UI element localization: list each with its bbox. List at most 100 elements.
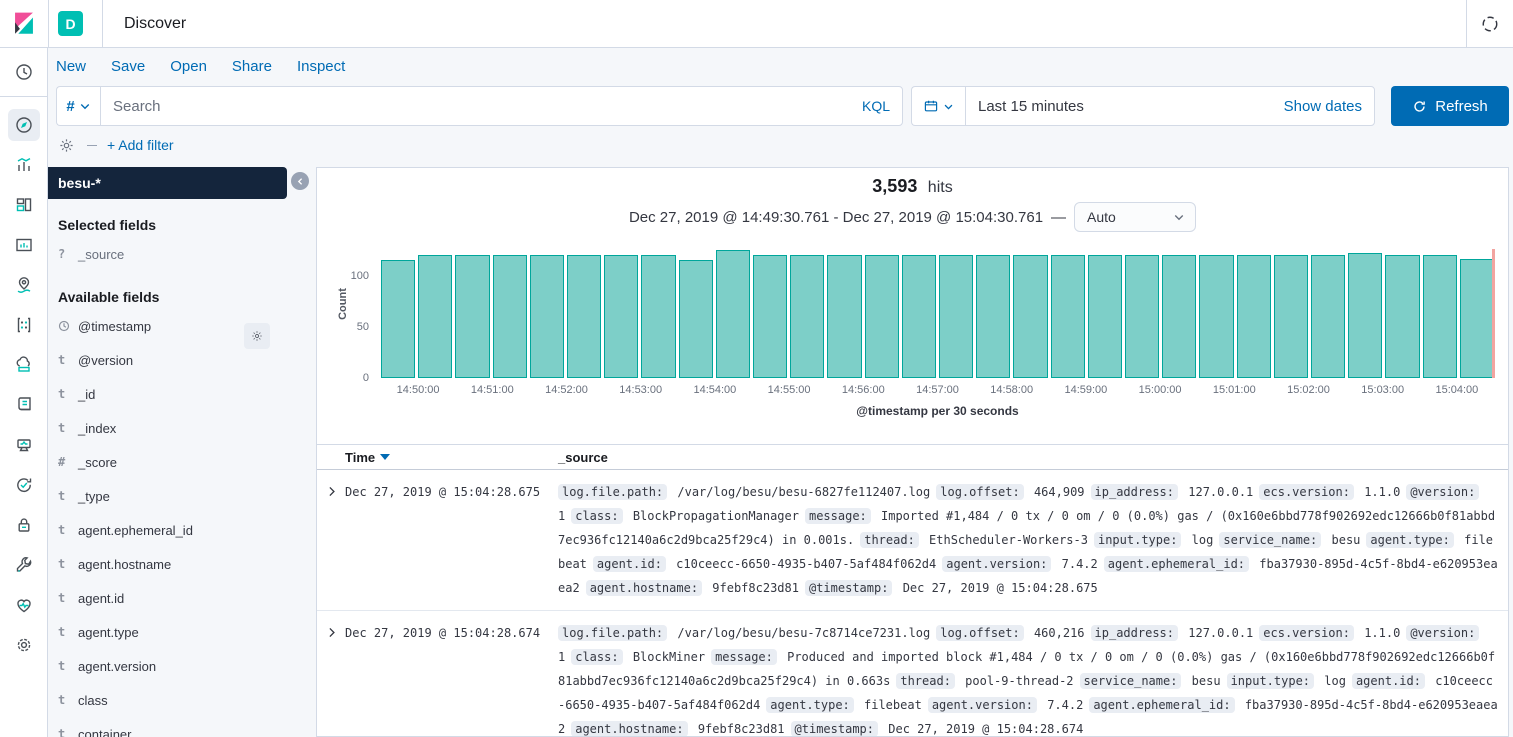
histogram-bar[interactable] <box>1237 255 1271 378</box>
histogram-bar[interactable] <box>530 255 564 378</box>
chevron-down-icon <box>79 100 91 112</box>
field-item-agent.ephemeral_id[interactable]: tagent.ephemeral_id <box>48 513 316 547</box>
histogram-bar[interactable] <box>567 255 601 378</box>
field-name: _score <box>78 455 117 470</box>
time-range-value[interactable]: Last 15 minutes <box>978 98 1284 115</box>
menu-open[interactable]: Open <box>170 58 207 75</box>
histogram-bar[interactable] <box>939 255 973 378</box>
field-item-agent.hostname[interactable]: tagent.hostname <box>48 547 316 581</box>
expand-row-icon[interactable] <box>325 485 338 600</box>
field-item-agent.type[interactable]: tagent.type <box>48 615 316 649</box>
field-item-container[interactable]: tcontainer <box>48 717 316 737</box>
field-value-pair: agent.id: c10ceecc-6650-4935-b407-5af484… <box>593 557 936 571</box>
rail-item-metrics[interactable] <box>0 345 48 385</box>
field-key-badge: ip_address: <box>1091 625 1178 641</box>
field-item-_score[interactable]: #_score <box>48 445 316 479</box>
rail-item-logs[interactable] <box>0 385 48 425</box>
field-item-_id[interactable]: t_id <box>48 377 316 411</box>
field-item-@timestamp[interactable]: @timestamp <box>48 309 316 343</box>
histogram-bar[interactable] <box>1311 255 1345 378</box>
index-pattern-selector[interactable]: besu-* <box>48 167 287 199</box>
histogram-bar[interactable] <box>418 255 452 378</box>
histogram-bar[interactable] <box>381 260 415 378</box>
field-item-agent.id[interactable]: tagent.id <box>48 581 316 615</box>
histogram-bar[interactable] <box>493 255 527 378</box>
histogram-bar[interactable] <box>1162 255 1196 378</box>
expand-row-icon[interactable] <box>325 626 338 736</box>
histogram-bar[interactable] <box>753 255 787 378</box>
field-item-class[interactable]: tclass <box>48 683 316 717</box>
histogram-bar[interactable] <box>1274 255 1308 378</box>
field-item-@version[interactable]: t@version <box>48 343 316 377</box>
field-value-pair: log.file.path: /var/log/besu/besu-7c8714… <box>558 626 930 640</box>
histogram-bar[interactable] <box>1013 255 1047 378</box>
topbar-divider <box>102 0 103 47</box>
histogram-bar[interactable] <box>455 255 489 378</box>
x-tick-label: 15:02:00 <box>1287 384 1330 396</box>
histogram-bar[interactable] <box>1088 255 1122 378</box>
field-item-_index[interactable]: t_index <box>48 411 316 445</box>
rail-item-stack-monitoring[interactable] <box>0 585 48 625</box>
histogram-bar[interactable] <box>902 255 936 378</box>
field-type-icon: t <box>58 523 78 537</box>
histogram-bar[interactable] <box>790 255 824 378</box>
rail-item-canvas[interactable] <box>0 225 48 265</box>
hits-label: hits <box>928 179 953 196</box>
field-key-badge: ip_address: <box>1091 484 1178 500</box>
rail-item-recently-viewed[interactable] <box>0 48 48 96</box>
histogram-bar[interactable] <box>1423 255 1457 378</box>
rail-item-visualize[interactable] <box>0 145 48 185</box>
row-source: log.file.path: /var/log/besu/besu-7c8714… <box>558 621 1508 736</box>
histogram-bar[interactable] <box>1051 255 1085 378</box>
histogram-bar[interactable] <box>1125 255 1159 378</box>
histogram-bar[interactable] <box>1460 259 1494 378</box>
interval-select[interactable]: Auto <box>1074 202 1196 232</box>
menu-save[interactable]: Save <box>111 58 145 75</box>
histogram-bar[interactable] <box>1348 253 1382 378</box>
histogram-bar[interactable] <box>641 255 675 378</box>
row-timestamp: Dec 27, 2019 @ 15:04:28.675 <box>345 480 558 600</box>
field-name: @version <box>78 353 133 368</box>
show-dates-link[interactable]: Show dates <box>1284 98 1362 115</box>
histogram-bar[interactable] <box>1385 255 1419 378</box>
rail-item-dashboard[interactable] <box>0 185 48 225</box>
field-item-agent.version[interactable]: tagent.version <box>48 649 316 683</box>
histogram-bar[interactable] <box>1199 255 1233 378</box>
menu-new[interactable]: New <box>56 58 86 75</box>
field-name: container <box>78 727 131 737</box>
rail-item-dev-tools[interactable] <box>0 545 48 585</box>
rail-item-machine-learning[interactable] <box>0 305 48 345</box>
chevron-down-icon <box>1173 211 1185 223</box>
field-key-badge: service_name: <box>1219 532 1321 548</box>
histogram-bar[interactable] <box>604 255 638 378</box>
filter-settings-gear-icon[interactable] <box>58 137 75 154</box>
collapse-sidebar-button[interactable] <box>291 172 309 190</box>
help-icon[interactable] <box>1467 0 1513 47</box>
add-filter-link[interactable]: + Add filter <box>107 137 174 153</box>
search-input[interactable] <box>113 98 854 115</box>
rail-item-apm[interactable] <box>0 425 48 465</box>
rail-item-discover[interactable] <box>0 105 48 145</box>
chevron-down-icon <box>943 101 954 112</box>
histogram-bar[interactable] <box>716 250 750 378</box>
field-item-_source[interactable]: ?_source <box>48 237 316 271</box>
rail-item-siem[interactable] <box>0 505 48 545</box>
rail-item-maps[interactable] <box>0 265 48 305</box>
time-column-header[interactable]: Time <box>345 450 558 465</box>
saved-query-dropdown[interactable]: # <box>56 86 100 126</box>
histogram-bar[interactable] <box>679 260 713 378</box>
field-item-_type[interactable]: t_type <box>48 479 316 513</box>
fields-settings-button[interactable] <box>244 323 270 349</box>
rail-item-uptime[interactable] <box>0 465 48 505</box>
histogram-bar[interactable] <box>827 255 861 378</box>
rail-item-management[interactable] <box>0 625 48 665</box>
calendar-button[interactable] <box>911 86 965 126</box>
refresh-button[interactable]: Refresh <box>1391 86 1509 126</box>
histogram-bar[interactable] <box>865 255 899 378</box>
kibana-logo-icon[interactable] <box>0 0 48 47</box>
menu-share[interactable]: Share <box>232 58 272 75</box>
header-band: New Save Open Share Inspect # KQL <box>48 48 1513 166</box>
histogram-bar[interactable] <box>976 255 1010 378</box>
kql-label[interactable]: KQL <box>862 98 890 114</box>
menu-inspect[interactable]: Inspect <box>297 58 345 75</box>
